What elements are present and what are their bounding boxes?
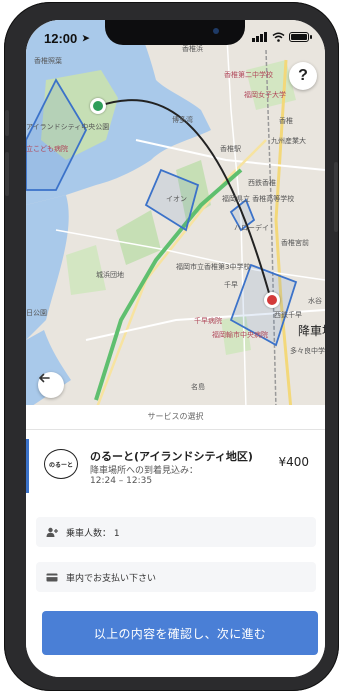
passenger-count-row[interactable]: 乗車人数： 1	[36, 517, 316, 547]
service-sheet: サービスの選択 のるーと のるーと(アイランドシティ地区) 降車場所への到着見込…	[26, 405, 325, 677]
help-icon: ?	[298, 67, 308, 84]
map-label: 立こども病院	[26, 145, 68, 153]
wifi-icon	[272, 32, 285, 42]
status-time: 12:00	[44, 31, 78, 46]
camera	[213, 28, 219, 34]
service-option[interactable]: のるーと のるーと(アイランドシティ地区) 降車場所への到着見込み： 12:24…	[26, 439, 325, 493]
passenger-count-label: 乗車人数： 1	[66, 528, 120, 539]
screen: 香椎照葉 香椎浜 香椎第二中学校 福岡女子大学 アイランドシティ中央公園 立こど…	[26, 20, 325, 677]
map-label: 香椎宮前	[281, 239, 309, 247]
map-label: 香椎駅	[220, 145, 241, 153]
map-label: アイランドシティ中央公園	[26, 123, 110, 131]
status-icons	[252, 32, 312, 42]
map-label: 多々良中学校	[290, 347, 325, 355]
map-label: 日公園	[26, 309, 47, 317]
add-person-icon	[46, 527, 58, 537]
map-label: 九州産業大	[271, 137, 306, 145]
map-label: 水谷	[308, 297, 322, 305]
map-label: 香椎照葉	[34, 57, 62, 65]
map-graphics	[26, 20, 325, 410]
service-price: ¥400	[278, 455, 309, 469]
map-label: ハローデイ	[234, 224, 269, 232]
volume-button	[5, 152, 9, 196]
payment-label: 車内でお支払い下さい	[66, 573, 157, 584]
battery-icon	[289, 32, 312, 42]
map-label: 福岡女子大学	[244, 91, 286, 99]
card-icon	[46, 572, 58, 582]
map-view[interactable]: 香椎照葉 香椎浜 香椎第二中学校 福岡女子大学 アイランドシティ中央公園 立こど…	[26, 20, 325, 410]
power-button	[334, 162, 338, 232]
back-arrow-icon	[39, 373, 50, 383]
selected-indicator	[26, 439, 29, 493]
map-label: 福岡市立香椎第3中学校	[176, 263, 251, 271]
origin-pin-icon[interactable]	[90, 98, 106, 114]
confirm-button[interactable]: 以上の内容を確認し、次に進む	[42, 611, 318, 655]
sheet-title: サービスの選択	[147, 412, 204, 421]
mute-switch	[5, 110, 9, 136]
payment-row: 車内でお支払い下さい	[36, 562, 316, 592]
map-label: 博多湾	[172, 116, 193, 124]
map-label: 福岡輸市中央病院	[212, 331, 268, 339]
service-logo: のるーと	[44, 449, 78, 479]
phone-frame: 香椎照葉 香椎浜 香椎第二中学校 福岡女子大学 アイランドシティ中央公園 立こど…	[4, 2, 339, 691]
map-label: 西鉄千早	[274, 311, 302, 319]
map-label: 名島	[191, 383, 205, 391]
destination-pin-icon[interactable]	[264, 292, 280, 308]
map-label: 西鉄香椎	[248, 179, 276, 187]
service-logo-text: のるーと	[48, 461, 73, 469]
help-button[interactable]: ?	[289, 62, 317, 90]
map-label: イオン	[166, 195, 187, 203]
notch	[105, 20, 245, 45]
map-label: 千早	[224, 281, 238, 289]
location-icon: ➤	[82, 33, 90, 43]
signal-icon	[252, 32, 268, 42]
map-label: 千早病院	[194, 317, 222, 325]
service-name: のるーと(アイランドシティ地区)	[90, 450, 253, 463]
divider	[26, 429, 325, 430]
map-label-dropoff: 降車場	[298, 324, 325, 338]
map-label: 城浜団地	[96, 271, 124, 279]
service-eta-label: 降車場所への到着見込み：	[90, 466, 199, 476]
map-label: 香椎第二中学校	[224, 71, 273, 79]
service-eta-time: 12:24 – 12:35	[90, 476, 153, 486]
map-label: 福岡県立 香椎高等学校	[222, 195, 295, 203]
back-button[interactable]	[38, 372, 64, 398]
map-label: 香椎	[279, 117, 293, 125]
